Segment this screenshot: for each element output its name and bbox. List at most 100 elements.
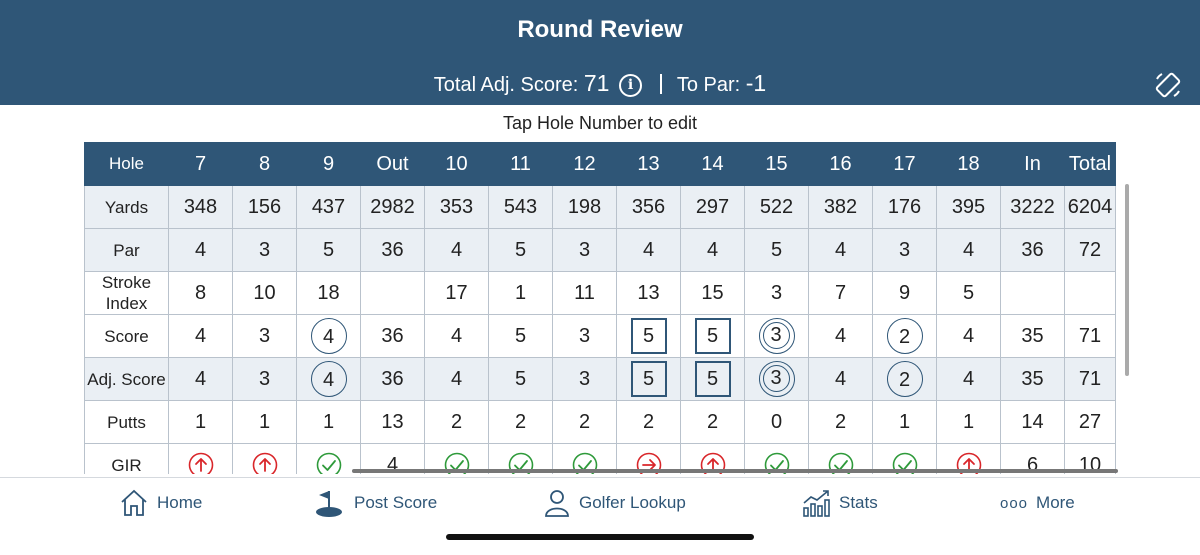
adj-score-cell: 5: [616, 357, 681, 401]
score-cell: 4: [168, 314, 233, 358]
to-par-label: To Par:: [676, 74, 741, 96]
tab-stats-label: Stats: [839, 493, 878, 512]
hole-number-cell: Total: [1064, 142, 1116, 186]
edit-hint: Tap Hole Number to edit: [502, 113, 698, 133]
vertical-scrollbar[interactable]: [1125, 184, 1129, 376]
score-value: 3: [762, 322, 790, 349]
par-cell: 4: [168, 228, 233, 272]
yards-cell: 356: [616, 185, 681, 229]
putts-cell: 14: [1000, 400, 1065, 444]
yards-cell: 198: [552, 185, 617, 229]
putts-cell: 2: [680, 400, 745, 444]
score-value: 3: [762, 365, 790, 392]
stroke-index-cell: 3: [744, 271, 809, 315]
hole-number-cell[interactable]: 9: [296, 142, 361, 186]
total-adj-score-value: 71: [583, 70, 610, 96]
hole-number-cell[interactable]: 14: [680, 142, 745, 186]
rotate-screen-icon[interactable]: [1153, 70, 1183, 100]
hole-number-cell[interactable]: 11: [488, 142, 553, 186]
missed-long-arrow-icon: [188, 452, 213, 474]
putts-cell: 1: [296, 400, 361, 444]
stroke-index-cell: 15: [680, 271, 745, 315]
hole-number-cell[interactable]: 17: [872, 142, 937, 186]
hole-number-cell[interactable]: 10: [424, 142, 489, 186]
par-cell: 4: [616, 228, 681, 272]
par-cell: 4: [808, 228, 873, 272]
putts-cell: 2: [424, 400, 489, 444]
par-cell: 5: [488, 228, 553, 272]
stroke-index-cell: 13: [616, 271, 681, 315]
hole-number-cell[interactable]: 8: [232, 142, 297, 186]
person-icon: [545, 490, 569, 517]
yards-cell: 543: [488, 185, 553, 229]
adj-score-cell: 35: [1000, 357, 1065, 401]
page-title: Round Review: [517, 16, 683, 43]
hole-header-label: Hole: [84, 142, 169, 186]
par-cell: 3: [872, 228, 937, 272]
score-cell: 3: [232, 314, 297, 358]
putts-cell: 13: [360, 400, 425, 444]
putts-cell: 2: [552, 400, 617, 444]
par-cell: 4: [936, 228, 1001, 272]
birdie-circle-marker: 4: [310, 361, 347, 397]
hole-number-cell[interactable]: 7: [168, 142, 233, 186]
hole-number-cell[interactable]: 15: [744, 142, 809, 186]
putts-cell: 2: [488, 400, 553, 444]
stroke-index-cell: 18: [296, 271, 361, 315]
adj-score-cell: 2: [872, 357, 937, 401]
tab-stats[interactable]: Stats: [801, 488, 878, 518]
more-dots-icon: ooo: [1000, 494, 1029, 512]
yards-cell: 395: [936, 185, 1001, 229]
score-cell: 36: [360, 314, 425, 358]
par-cell: 4: [680, 228, 745, 272]
score-cell: 2: [872, 314, 937, 358]
scorecard-table: Hole 7 8 9 Out 10 11 12 13 14 15 16 17 18 In Total Yard…: [84, 142, 1116, 474]
stroke-index-cell: 1: [488, 271, 553, 315]
par-cell: 36: [360, 228, 425, 272]
yards-cell: 156: [232, 185, 297, 229]
hole-number-cell[interactable]: 18: [936, 142, 1001, 186]
stroke-index-cell: [1000, 271, 1065, 315]
eagle-double-circle-marker: 3: [758, 361, 795, 397]
bogey-square-marker: 5: [630, 361, 667, 397]
score-cell: 3: [552, 314, 617, 358]
yards-cell: 2982: [360, 185, 425, 229]
score-cell: 71: [1064, 314, 1116, 358]
yards-cell: 176: [872, 185, 937, 229]
stroke-index-cell: 17: [424, 271, 489, 315]
tab-more[interactable]: ooo More: [1000, 488, 1075, 518]
row-label: GIR: [84, 443, 169, 474]
score-summary: Total Adj. Score: 71 i To Par: -1: [0, 70, 1200, 97]
tab-golfer-lookup[interactable]: Golfer Lookup: [543, 488, 686, 518]
yards-row: Yards 348 156 437 2982 353 543 198 356 297 522 382 1…: [84, 185, 1116, 229]
hole-number-cell[interactable]: 16: [808, 142, 873, 186]
adj-score-cell: 5: [680, 357, 745, 401]
scorecard[interactable]: Hole 7 8 9 Out 10 11 12 13 14 15 16 17 18 In Total Yard…: [84, 142, 1117, 474]
row-label: Stroke Index: [84, 271, 169, 315]
score-cell: 4: [808, 314, 873, 358]
tab-golfer-lookup-label: Golfer Lookup: [579, 493, 686, 512]
tab-post-score[interactable]: Post Score: [314, 488, 437, 518]
birdie-circle-marker: 2: [886, 318, 923, 354]
gir-cell: [232, 443, 297, 474]
score-cell: 4: [296, 314, 361, 358]
yards-cell: 3222: [1000, 185, 1065, 229]
row-label: Putts: [84, 400, 169, 444]
score-cell: 4: [424, 314, 489, 358]
yards-cell: 382: [808, 185, 873, 229]
stats-chart-icon: [803, 490, 830, 517]
hole-number-cell[interactable]: 12: [552, 142, 617, 186]
par-cell: 72: [1064, 228, 1116, 272]
adj-score-cell: 3: [744, 357, 809, 401]
birdie-circle-marker: 2: [886, 361, 923, 397]
putts-cell: 1: [872, 400, 937, 444]
to-par-value: -1: [745, 70, 767, 96]
tab-home[interactable]: Home: [119, 488, 202, 518]
hole-number-cell[interactable]: 13: [616, 142, 681, 186]
info-icon[interactable]: i: [619, 74, 643, 97]
par-cell: 3: [232, 228, 297, 272]
tab-home-label: Home: [157, 493, 203, 512]
horizontal-scrollbar[interactable]: [352, 469, 1118, 473]
putts-cell: 1: [232, 400, 297, 444]
putts-row: Putts 1 1 1 13 2 2 2 2 2 0 2 1 1 14 27: [84, 400, 1116, 444]
